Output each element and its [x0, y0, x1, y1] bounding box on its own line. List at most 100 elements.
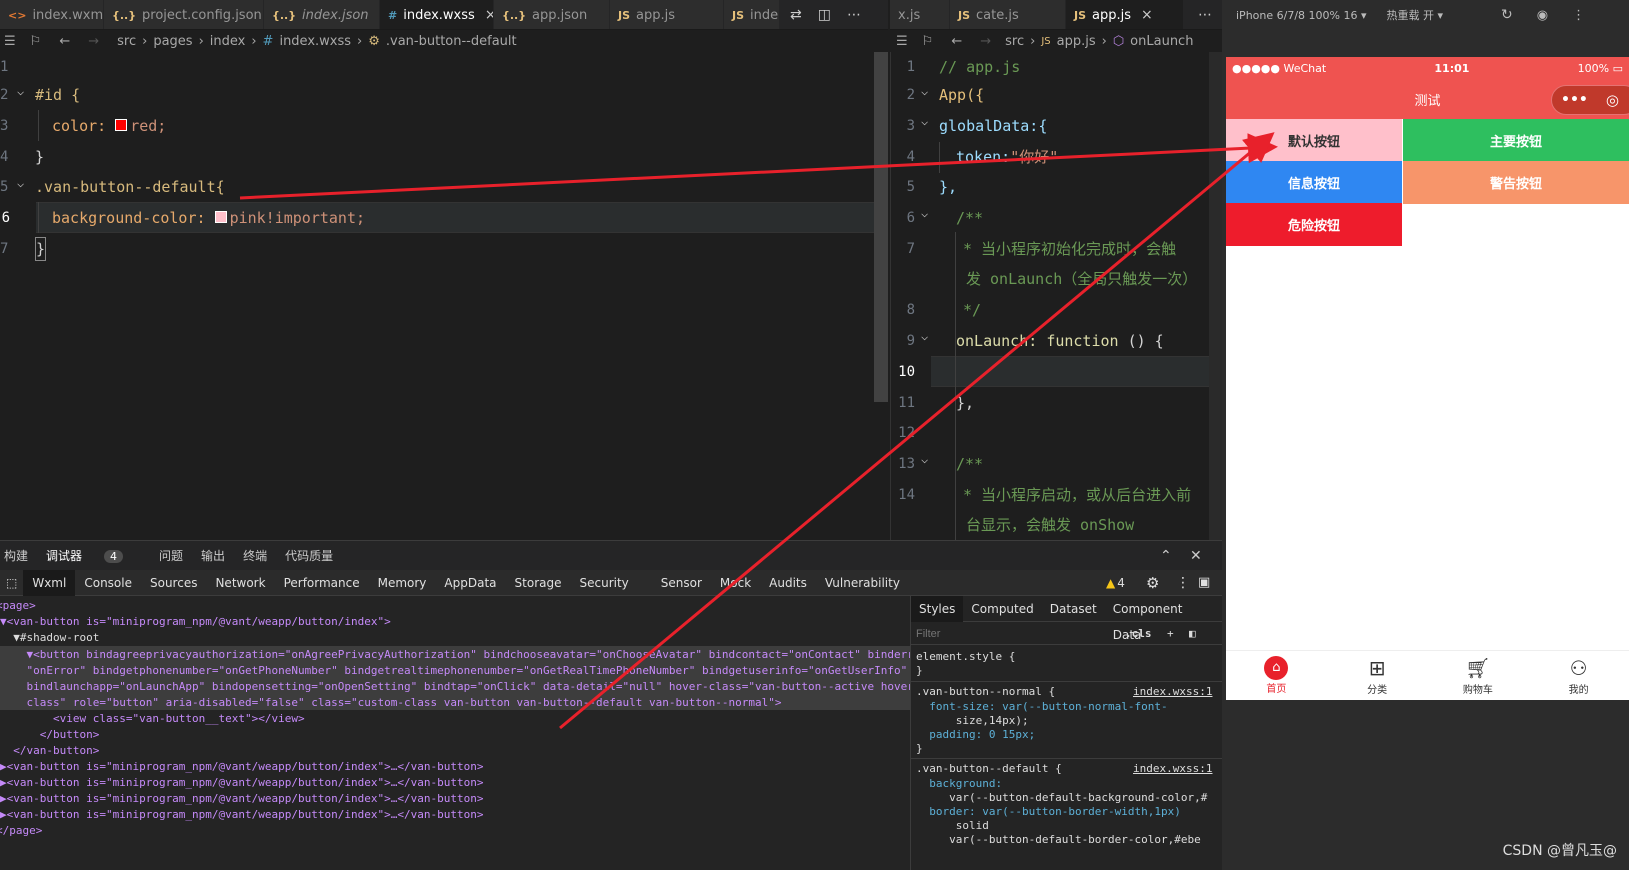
tab-index-wxss[interactable]: # index.wxss ×: [380, 0, 494, 29]
cls-toggle[interactable]: .cls: [1125, 627, 1152, 640]
fold-chevron-icon[interactable]: ⌵: [17, 176, 24, 190]
wxml-node-page[interactable]: <page>: [0, 598, 36, 614]
more-actions-icon[interactable]: ⋯: [847, 7, 861, 23]
wxml-node-button-close[interactable]: </button>: [0, 727, 100, 743]
right-code-editor[interactable]: 1 2 3 4 5 6 7 8 9 10 11 12 13 14 ⌵ ⌵ ⌵ ⌵…: [890, 52, 1222, 540]
fold-chevron-icon[interactable]: ⌵: [921, 206, 928, 220]
wxml-node-van-button[interactable]: ▶<van-button is="miniprogram_npm/@vant/w…: [0, 775, 483, 791]
style-source-link[interactable]: index.wxss:1: [1133, 762, 1212, 776]
warning-icon[interactable]: ▲ 4: [1106, 576, 1125, 590]
tab-computed[interactable]: Computed: [963, 596, 1041, 622]
add-rule-icon[interactable]: +: [1167, 627, 1174, 640]
tab-dataset[interactable]: Dataset: [1042, 596, 1105, 622]
wxml-node-shadow-root[interactable]: ▼#shadow-root: [0, 630, 99, 646]
breadcrumb-item[interactable]: src: [117, 34, 136, 49]
fold-chevron-icon[interactable]: ⌵: [17, 84, 24, 98]
color-swatch[interactable]: [214, 210, 227, 223]
forward-icon[interactable]: →: [88, 34, 99, 49]
inspect-icon[interactable]: ⬚: [0, 570, 23, 596]
primary-button[interactable]: 主要按钮: [1403, 119, 1629, 162]
breadcrumb-item[interactable]: index.wxss: [279, 34, 351, 49]
tab-component-data[interactable]: Component Data: [1105, 596, 1222, 642]
breadcrumb-item[interactable]: src: [1005, 34, 1024, 49]
hot-reload-toggle[interactable]: 热重载 开 ▾: [1387, 7, 1444, 23]
tabbar-item-home[interactable]: ⌂ 首页: [1246, 656, 1306, 695]
tab-sensor[interactable]: Sensor: [652, 570, 711, 596]
wxml-node-van-button[interactable]: ▼<van-button is="miniprogram_npm/@vant/w…: [0, 614, 391, 630]
tabbar-item-cart[interactable]: 🛒︎ 购物车: [1448, 655, 1508, 696]
more-vert-icon[interactable]: ⋮: [1176, 575, 1190, 591]
tab-performance[interactable]: Performance: [275, 570, 369, 596]
tab-index-js[interactable]: JS inde:: [724, 0, 780, 29]
dock-icon[interactable]: ▣: [1198, 575, 1210, 590]
wxml-node-van-button[interactable]: ▶<van-button is="miniprogram_npm/@vant/w…: [0, 807, 483, 823]
close-mini-program-icon[interactable]: ◎: [1606, 91, 1619, 109]
wxml-node-view[interactable]: <view class="van-button__text"></view>: [0, 711, 305, 727]
refresh-icon[interactable]: ↻: [1501, 7, 1513, 23]
tabbar-item-profile[interactable]: ⚇ 我的: [1549, 655, 1609, 696]
breadcrumb-item[interactable]: index: [210, 34, 246, 49]
panel-tab-problems[interactable]: 问题: [159, 547, 183, 564]
tab-sources[interactable]: Sources: [141, 570, 206, 596]
wxml-node-button-attrs[interactable]: "onError" bindgetphonenumber="onGetPhone…: [0, 663, 907, 679]
tab-index-json[interactable]: {..} index.json: [264, 0, 380, 29]
more-actions-icon[interactable]: ⋯: [1184, 0, 1212, 29]
wxml-node-van-button[interactable]: ▶<van-button is="miniprogram_npm/@vant/w…: [0, 759, 483, 775]
tab-console[interactable]: Console: [75, 570, 141, 596]
tab-storage[interactable]: Storage: [506, 570, 571, 596]
editor-scrollbar[interactable]: [874, 52, 888, 402]
wxml-node-van-button-close[interactable]: </van-button>: [0, 743, 99, 759]
panel-tab-terminal[interactable]: 终端: [243, 547, 267, 564]
back-icon[interactable]: ←: [59, 34, 70, 49]
wxml-node-van-button[interactable]: ▶<van-button is="miniprogram_npm/@vant/w…: [0, 791, 483, 807]
tab-security[interactable]: Security: [570, 570, 637, 596]
tab-styles[interactable]: Styles: [911, 596, 964, 622]
more-vert-icon[interactable]: ⋮: [1572, 8, 1585, 23]
device-selector[interactable]: iPhone 6/7/8 100% 16 ▾: [1236, 9, 1367, 22]
close-icon[interactable]: ×: [1141, 7, 1153, 23]
panel-tab-output[interactable]: 输出: [201, 547, 225, 564]
color-swatch[interactable]: [115, 118, 128, 131]
tab-cate-js[interactable]: JS cate.js: [950, 0, 1066, 29]
style-source-link[interactable]: index.wxss:1: [1133, 685, 1212, 699]
gear-icon[interactable]: ⚙: [1146, 574, 1159, 592]
outline-icon[interactable]: ☰: [896, 34, 908, 49]
tab-index-wxml[interactable]: <> index.wxml: [0, 0, 104, 29]
outline-icon[interactable]: ☰: [4, 34, 16, 49]
breadcrumb-item[interactable]: pages: [153, 34, 192, 49]
wxml-node-button-attrs[interactable]: bindlaunchapp="onLaunchApp" bindopensett…: [0, 679, 910, 695]
breadcrumb-item[interactable]: app.js: [1057, 34, 1096, 49]
tab-appdata[interactable]: AppData: [435, 570, 505, 596]
tab-app-js-right[interactable]: JS app.js ×: [1066, 0, 1184, 29]
panel-tab-code-quality[interactable]: 代码质量: [285, 547, 333, 564]
fold-chevron-icon[interactable]: ⌵: [921, 452, 928, 466]
warning-button[interactable]: 警告按钮: [1403, 161, 1629, 204]
tab-x-js[interactable]: x.js: [890, 0, 950, 29]
wxml-node-page-close[interactable]: </page>: [0, 823, 42, 839]
tab-project-config-json[interactable]: {..} project.config.json: [104, 0, 264, 29]
more-icon[interactable]: •••: [1561, 92, 1588, 108]
styles-filter-input[interactable]: [916, 627, 1116, 640]
tab-app-json[interactable]: {..} app.json: [494, 0, 610, 29]
toggle-sidebar-icon[interactable]: ◧: [1189, 627, 1196, 640]
wxml-node-button-attrs[interactable]: class" role="button" aria-disabled="fals…: [0, 695, 781, 711]
danger-button[interactable]: 危险按钮: [1226, 203, 1402, 246]
info-button[interactable]: 信息按钮: [1226, 161, 1402, 204]
back-icon[interactable]: ←: [951, 34, 962, 49]
panel-tab-debugger[interactable]: 调试器 4: [46, 547, 141, 564]
chevron-up-icon[interactable]: ⌃: [1160, 548, 1172, 564]
record-icon[interactable]: ◉: [1537, 8, 1548, 23]
editor-scrollbar[interactable]: [1209, 52, 1222, 540]
tab-audits[interactable]: Audits: [760, 570, 816, 596]
wxml-node-button[interactable]: ▼<button bindagreeprivacyauthorization="…: [0, 647, 910, 663]
breadcrumb-item[interactable]: onLaunch: [1130, 34, 1193, 49]
capsule-menu[interactable]: ••• ◎: [1551, 85, 1629, 115]
panel-tab-build[interactable]: 构建: [4, 547, 28, 564]
tab-app-js[interactable]: JS app.js: [610, 0, 724, 29]
close-icon[interactable]: ×: [485, 7, 493, 23]
forward-icon[interactable]: →: [980, 34, 991, 49]
split-editor-icon[interactable]: ◫: [818, 7, 831, 23]
left-code-editor[interactable]: 1 2 3 4 5 6 7 ⌵ ⌵ #id { color: red; } .v…: [0, 52, 888, 540]
breadcrumb-item[interactable]: .van-button--default: [386, 34, 517, 49]
tab-memory[interactable]: Memory: [369, 570, 436, 596]
